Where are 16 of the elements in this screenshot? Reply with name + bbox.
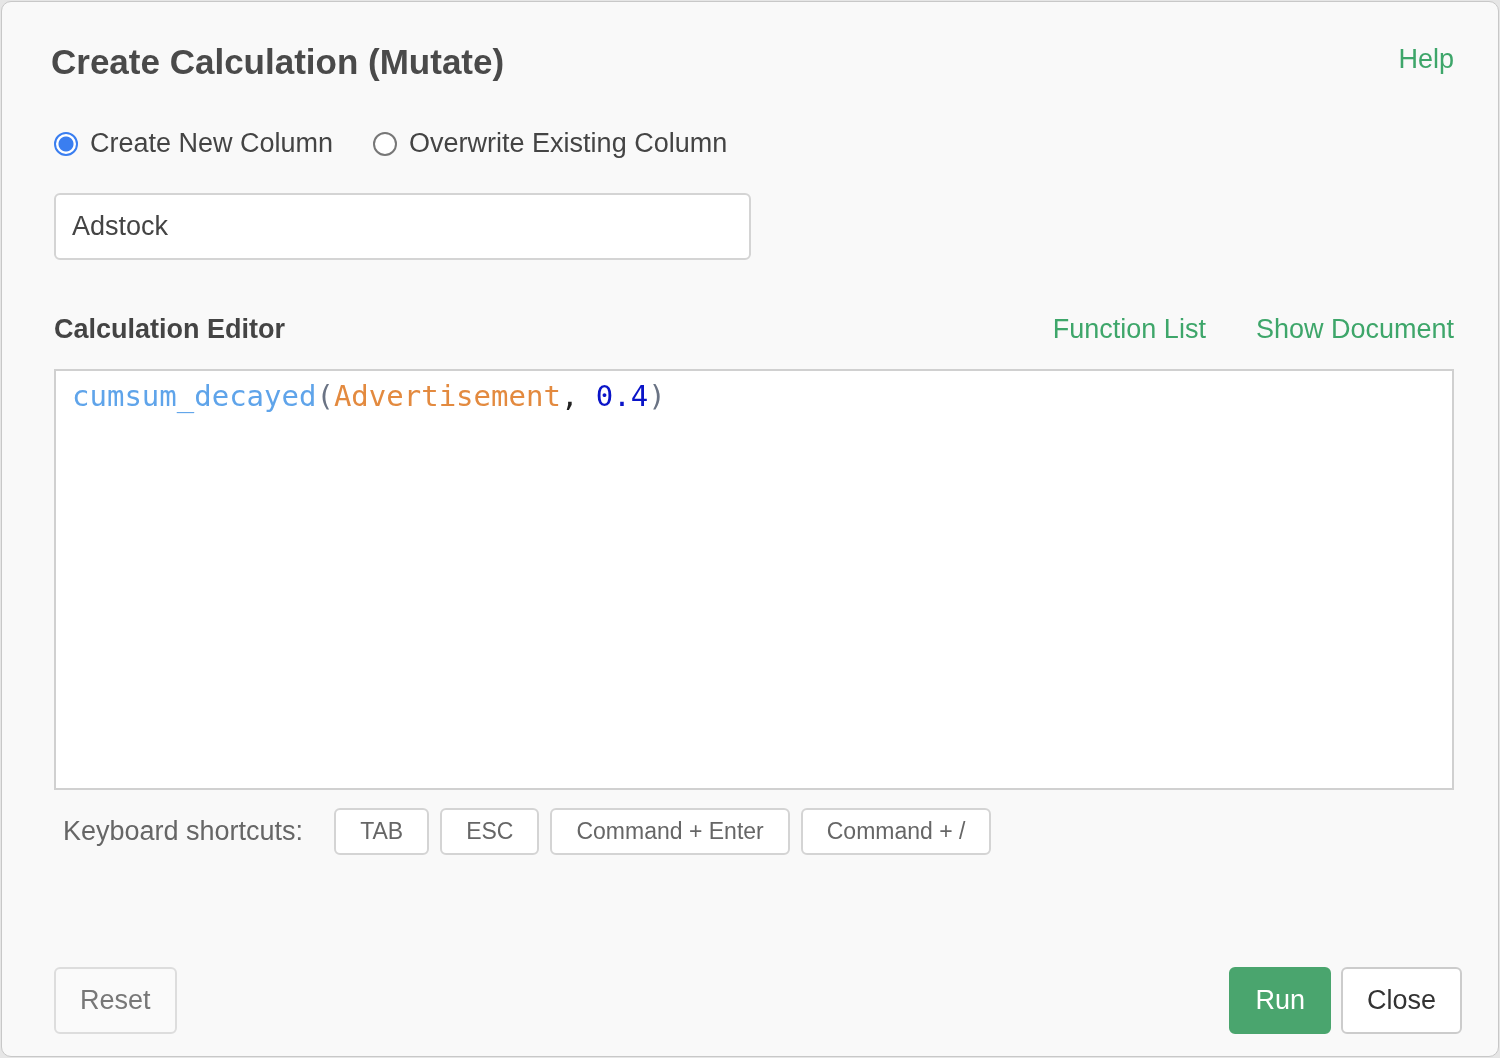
footer-button[interactable]: Close xyxy=(1340,967,1462,1034)
radio-label[interactable]: Overwrite Existing Column xyxy=(409,128,728,159)
code-line: cumsum_decayed(Advertisement, 0.4) xyxy=(72,379,667,413)
radio-label[interactable]: Create New Column xyxy=(90,128,334,159)
shortcut-key: Command + / xyxy=(800,808,992,855)
shortcut-key: TAB xyxy=(334,808,430,855)
radio-button[interactable] xyxy=(373,131,398,156)
shortcuts-label: Keyboard shortcuts: xyxy=(63,816,304,847)
editor-label: Calculation Editor xyxy=(54,314,286,345)
shortcut-key: ESC xyxy=(440,808,540,855)
code-editor[interactable]: cumsum_decayed(Advertisement, 0.4) xyxy=(54,369,1454,790)
column-name-input[interactable]: Adstock xyxy=(54,193,751,260)
radio-button[interactable] xyxy=(54,131,78,156)
footer-button[interactable]: Reset xyxy=(54,967,177,1034)
shortcut-key: Command + Enter xyxy=(550,808,790,855)
dialog-title: Create Calculation (Mutate) xyxy=(51,42,505,82)
